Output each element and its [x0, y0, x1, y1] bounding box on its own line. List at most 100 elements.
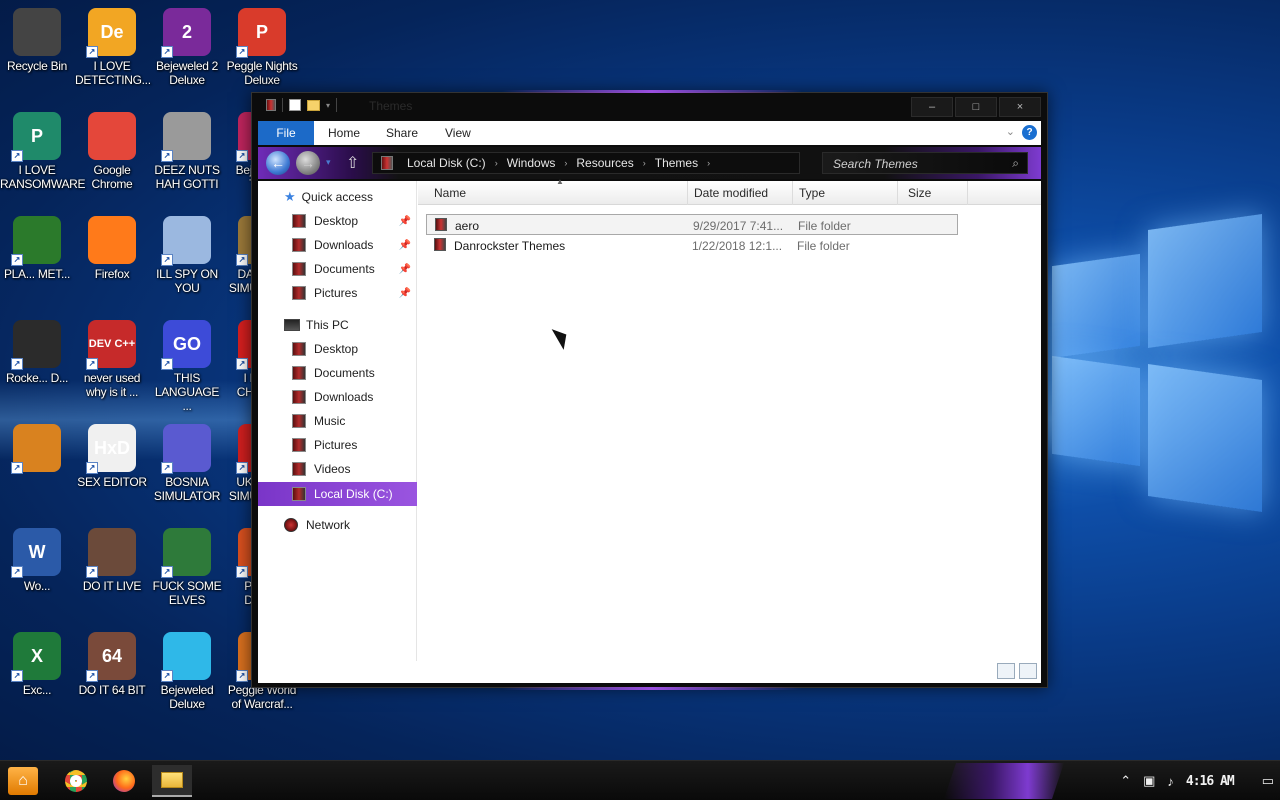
- close-button[interactable]: ×: [999, 97, 1041, 117]
- tab-view[interactable]: View: [445, 121, 471, 145]
- taskbar-chrome[interactable]: [56, 765, 96, 797]
- recent-locations-icon[interactable]: ▾: [326, 157, 331, 168]
- shortcut-arrow-icon: ↗: [11, 358, 23, 370]
- nav-network[interactable]: Network: [258, 513, 417, 537]
- properties-icon[interactable]: [289, 99, 301, 111]
- column-type[interactable]: Type: [793, 181, 898, 205]
- column-size[interactable]: Size: [898, 181, 968, 205]
- windows-logo-wallpaper: [1052, 213, 1262, 542]
- desktop-icon[interactable]: ↗ Rocke... D...: [0, 320, 74, 385]
- goland-icon: GO ↗: [161, 320, 211, 370]
- desktop-icon[interactable]: X ↗ Exc...: [0, 632, 74, 697]
- nav-quick-desktop[interactable]: Desktop 📌: [258, 209, 417, 233]
- desktop-icon[interactable]: De ↗ I LOVE DETECTING...: [75, 8, 151, 87]
- up-button[interactable]: ⇧: [346, 153, 362, 173]
- breadcrumb-resources[interactable]: Resources: [576, 156, 633, 170]
- large-icons-view-icon[interactable]: [1019, 663, 1037, 679]
- firefox-icon: [88, 216, 136, 264]
- desktop-icon-label: Rocke... D...: [5, 371, 69, 385]
- nav-quick-pictures[interactable]: Pictures 📌: [258, 281, 417, 305]
- desktop-icon[interactable]: DEV C++ ↗ never used why is it ...: [75, 320, 149, 399]
- desktop-icon-label: Wo...: [23, 579, 51, 593]
- desktop-icon-label: never used why is it ...: [83, 371, 141, 399]
- desktop-icon[interactable]: ↗ FUCK SOME ELVES: [150, 528, 224, 607]
- nav-quick-downloads[interactable]: Downloads 📌: [258, 233, 417, 257]
- desktop-icon-label: Bejeweled 2 Deluxe: [155, 59, 219, 87]
- desktop-icon[interactable]: P ↗ Peggle Nights Deluxe: [225, 8, 299, 87]
- desktop-icon[interactable]: ↗ DEEZ NUTS HAH GOTTI: [150, 112, 224, 191]
- tab-file[interactable]: File: [258, 121, 314, 145]
- downloads-folder-icon: [292, 390, 306, 404]
- column-headers: ▲ Name Date modified Type Size: [418, 177, 1041, 205]
- rocket-icon: ↗: [11, 320, 61, 370]
- desktop-icon[interactable]: ↗ DO IT LIVE: [75, 528, 149, 593]
- volume-icon[interactable]: ♪: [1167, 774, 1174, 789]
- shortcut-arrow-icon: ↗: [86, 462, 98, 474]
- desktop-icon[interactable]: Google Chrome: [75, 112, 149, 191]
- desktop-icon[interactable]: Recycle Bin: [0, 8, 74, 73]
- desktop-icon[interactable]: W ↗ Wo...: [0, 528, 74, 593]
- file-row[interactable]: Danrockster Themes 1/22/2018 12:1... Fil…: [426, 235, 958, 256]
- breadcrumb[interactable]: Local Disk (C:) › Windows › Resources › …: [372, 152, 800, 174]
- desktop-icon-label: FUCK SOME ELVES: [152, 579, 222, 607]
- nav-pc-downloads[interactable]: Downloads: [258, 385, 417, 409]
- nav-pc-music[interactable]: Music: [258, 409, 417, 433]
- desktop-icon[interactable]: ↗ Bejeweled Deluxe: [150, 632, 224, 711]
- desktop-icon[interactable]: Firefox: [75, 216, 149, 281]
- desktop-icon[interactable]: 2 ↗ Bejeweled 2 Deluxe: [150, 8, 224, 87]
- forward-button[interactable]: →: [296, 151, 320, 175]
- nav-pc-desktop[interactable]: Desktop: [258, 337, 417, 361]
- desktop-icon[interactable]: ↗ BOSNIA SIMULATOR: [150, 424, 224, 503]
- nav-label: Local Disk (C:): [314, 487, 393, 501]
- videos-folder-icon: [292, 462, 306, 476]
- column-date-modified[interactable]: Date modified: [688, 181, 793, 205]
- network-icon: [284, 518, 298, 532]
- taskbar-firefox[interactable]: [104, 765, 144, 797]
- details-view-icon[interactable]: [997, 663, 1015, 679]
- desktop-folder-icon: [292, 342, 306, 356]
- desktop-icon[interactable]: ↗: [0, 424, 74, 475]
- nav-pc-local-disk[interactable]: Local Disk (C:): [258, 482, 417, 506]
- nav-pc-documents[interactable]: Documents: [258, 361, 417, 385]
- file-explorer-window[interactable]: ▾ Themes – □ × File Home Share View ⌄ ? …: [251, 90, 1048, 690]
- help-icon[interactable]: ?: [1022, 125, 1037, 140]
- file-row[interactable]: aero 9/29/2017 7:41... File folder: [426, 214, 958, 235]
- pictures-folder-icon: [292, 438, 306, 452]
- desktop-icon[interactable]: ↗ ILL SPY ON YOU: [150, 216, 224, 295]
- search-input[interactable]: Search Themes ⌕: [822, 152, 1028, 174]
- breadcrumb-themes[interactable]: Themes: [655, 156, 698, 170]
- nav-quick-documents[interactable]: Documents 📌: [258, 257, 417, 281]
- tab-home[interactable]: Home: [328, 121, 360, 145]
- desktop-icon[interactable]: ↗ PLA... MET...: [0, 216, 74, 281]
- nav-label: Quick access: [301, 190, 374, 204]
- title-bar[interactable]: ▾ Themes – □ ×: [252, 93, 1047, 121]
- clock[interactable]: 4:16 AM: [1186, 774, 1235, 789]
- desktop-icon-label: Bejeweled Deluxe: [160, 683, 214, 711]
- nav-quick-access[interactable]: ★ Quick access: [258, 185, 417, 209]
- dev-cpp-icon: DEV C++ ↗: [86, 320, 136, 370]
- start-icon[interactable]: ⌂: [8, 767, 38, 795]
- breadcrumb-local-disk[interactable]: Local Disk (C:): [407, 156, 486, 170]
- column-name[interactable]: Name: [418, 181, 688, 205]
- maximize-button[interactable]: □: [955, 97, 997, 117]
- documents-folder-icon: [292, 262, 306, 276]
- breadcrumb-windows[interactable]: Windows: [507, 156, 556, 170]
- nav-pc-videos[interactable]: Videos: [258, 457, 417, 481]
- nav-pc-pictures[interactable]: Pictures: [258, 433, 417, 457]
- qat-dropdown-icon[interactable]: ▾: [326, 101, 330, 110]
- back-button[interactable]: ←: [266, 151, 290, 175]
- desktop-icon[interactable]: 64 ↗ DO IT 64 BIT: [75, 632, 149, 697]
- window-title: Themes: [369, 99, 413, 113]
- expand-ribbon-icon[interactable]: ⌄: [1006, 125, 1015, 138]
- tab-share[interactable]: Share: [386, 121, 418, 145]
- minimize-button[interactable]: –: [911, 97, 953, 117]
- taskbar-file-explorer[interactable]: [152, 765, 192, 797]
- network-status-icon[interactable]: ▣: [1143, 773, 1155, 789]
- desktop-icon[interactable]: P ↗ I LOVE RANSOMWARE: [0, 112, 86, 191]
- desktop-icon[interactable]: GO ↗ THIS LANGUAGE ...: [150, 320, 224, 413]
- desktop-icon[interactable]: HxD ↗ SEX EDITOR: [75, 424, 149, 489]
- action-center-icon[interactable]: ▭: [1262, 773, 1274, 789]
- nav-this-pc[interactable]: This PC: [258, 313, 417, 337]
- show-hidden-icons-icon[interactable]: ⌃: [1120, 773, 1131, 789]
- new-folder-icon[interactable]: [307, 99, 320, 111]
